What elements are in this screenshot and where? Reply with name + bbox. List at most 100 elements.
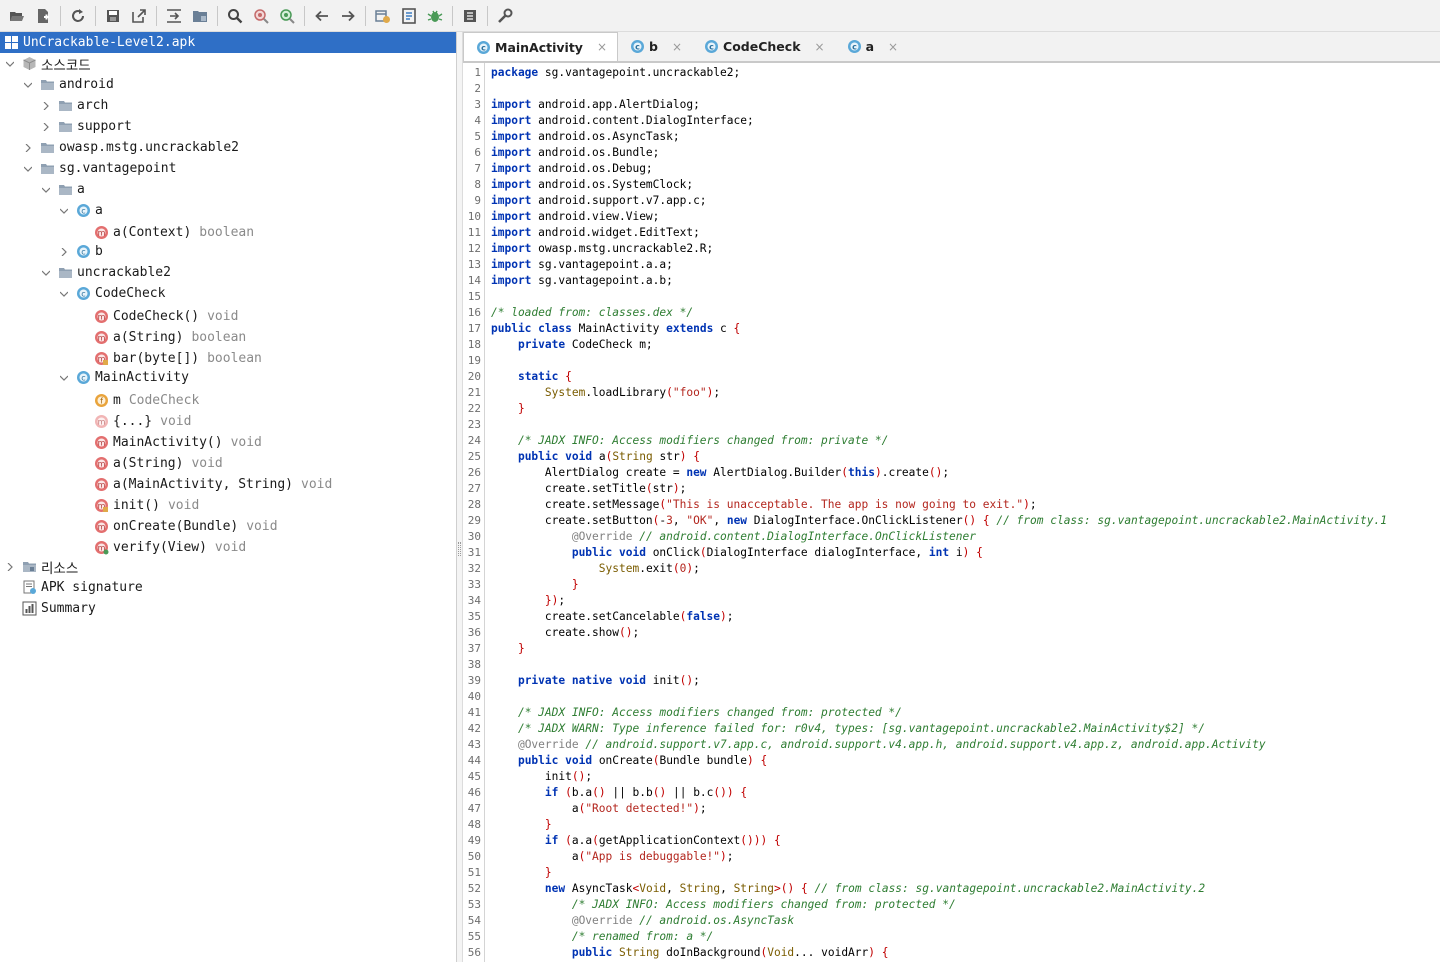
code-line[interactable]: /* JADX WARN: Type inference failed for:… [491,721,1205,737]
search-class-icon[interactable] [250,5,272,27]
tree-item-method-init[interactable]: m init() void [76,495,199,516]
code-line[interactable]: import android.widget.EditText; [491,225,700,241]
tree-item-package-arch[interactable]: arch [40,95,108,116]
chevron-right-icon[interactable] [40,121,52,133]
tree-item-method-verify[interactable]: m verify(View) void [76,537,246,558]
chevron-down-icon[interactable] [4,58,16,70]
export-icon[interactable] [128,5,150,27]
flatten-packages-icon[interactable] [189,5,211,27]
code-editor[interactable]: 1 2 3 4 5 6 7 8 9 10 11 12 13 14 15 16 17 18 19 20 21 22 23 24 2… [463,63,1440,962]
tab-a[interactable]: c a × [835,32,909,61]
code-line[interactable]: import sg.vantagepoint.a.a; [491,257,673,273]
tree-item-class-mainactivity[interactable]: c MainActivity [58,367,189,388]
code-line[interactable]: import android.view.View; [491,209,659,225]
close-icon[interactable]: × [672,40,682,54]
debug-icon[interactable] [424,5,446,27]
code-line[interactable]: public class MainActivity extends c { [491,321,740,337]
tree-item-package-owasp[interactable]: owasp.mstg.uncrackable2 [22,137,239,158]
code-line[interactable]: AlertDialog create = new AlertDialog.Bui… [491,465,949,481]
open-file-icon[interactable] [6,5,28,27]
splitter-grip[interactable] [458,542,461,556]
tree-item-class-codecheck[interactable]: c CodeCheck [58,283,165,304]
code-line[interactable]: import android.os.AsyncTask; [491,129,680,145]
tree-item-method-oncreate[interactable]: m onCreate(Bundle) void [76,516,278,537]
tree-item-class-b[interactable]: c b [58,241,103,262]
chevron-down-icon[interactable] [58,288,70,300]
chevron-down-icon[interactable] [40,267,52,279]
code-line[interactable]: init(); [491,769,592,785]
code-line[interactable]: import owasp.mstg.uncrackable2.R; [491,241,713,257]
code-line[interactable]: } [491,817,552,833]
close-icon[interactable]: × [888,40,898,54]
code-line[interactable]: a("Root detected!"); [491,801,707,817]
project-tree[interactable]: UnCrackable-Level2.apk 소스코드 android arch… [0,32,457,962]
code-line[interactable]: @Override // android.os.AsyncTask [491,913,794,929]
tree-item-package-android[interactable]: android [22,74,114,95]
chevron-down-icon[interactable] [22,79,34,91]
preferences-icon[interactable] [494,5,516,27]
deobfuscation-icon[interactable] [372,5,394,27]
refresh-icon[interactable] [67,5,89,27]
code-line[interactable]: /* JADX INFO: Access modifiers changed f… [491,433,888,449]
search-usage-icon[interactable] [276,5,298,27]
code-line[interactable]: new AsyncTask<Void, String, String>() { … [491,881,1205,897]
code-line[interactable]: System.loadLibrary("foo"); [491,385,720,401]
code-line[interactable]: import android.os.SystemClock; [491,177,693,193]
sync-tree-icon[interactable] [163,5,185,27]
code-line[interactable]: public void onCreate(Bundle bundle) { [491,753,767,769]
code-line[interactable]: import sg.vantagepoint.a.b; [491,273,673,289]
code-line[interactable]: private CodeCheck m; [491,337,653,353]
tree-item-resources[interactable]: 리소스 [4,556,78,577]
chevron-down-icon[interactable] [40,184,52,196]
tab-b[interactable]: c b × [618,32,692,61]
code-line[interactable]: System.exit(0); [491,561,700,577]
code-line[interactable]: public void a(String str) { [491,449,700,465]
code-line[interactable]: /* renamed from: a */ [491,929,713,945]
code-line[interactable]: package sg.vantagepoint.uncrackable2; [491,65,740,81]
chevron-right-icon[interactable] [4,561,16,573]
tree-item-method-a-string[interactable]: m a(String) boolean [76,327,246,348]
code-line[interactable]: } [491,865,552,881]
code-line[interactable]: private native void init(); [491,673,700,689]
code-line[interactable]: @Override // android.content.DialogInter… [491,529,976,545]
back-icon[interactable] [311,5,333,27]
code-line[interactable]: static { [491,369,572,385]
chevron-right-icon[interactable] [40,100,52,112]
code-line[interactable]: }); [491,593,565,609]
log-viewer-icon[interactable] [398,5,420,27]
code-line[interactable]: import android.content.DialogInterface; [491,113,754,129]
code-line[interactable]: @Override // android.support.v7.app.c, a… [491,737,1266,753]
code-line[interactable]: create.setMessage("This is unacceptable.… [491,497,1037,513]
tree-item-static-init[interactable]: m {...} void [76,411,191,432]
chevron-down-icon[interactable] [22,163,34,175]
tree-item-sources[interactable]: 소스코드 [4,53,91,74]
code-line[interactable]: import android.os.Bundle; [491,145,659,161]
tree-item-apk-root[interactable]: UnCrackable-Level2.apk [0,32,456,53]
close-icon[interactable]: × [815,40,825,54]
tree-item-method-main-a-two[interactable]: m a(MainActivity, String) void [76,474,332,495]
tree-item-field-m[interactable]: f m CodeCheck [76,390,199,411]
code-line[interactable]: } [491,401,525,417]
code-line[interactable]: import android.support.v7.app.c; [491,193,707,209]
tree-item-package-support[interactable]: support [40,116,132,137]
chevron-down-icon[interactable] [58,205,70,217]
search-icon[interactable] [224,5,246,27]
code-line[interactable]: public String doInBackground(Void... voi… [491,945,889,961]
code-line[interactable]: /* JADX INFO: Access modifiers changed f… [491,705,902,721]
tree-item-method-main-a-string[interactable]: m a(String) void [76,453,223,474]
code-line[interactable]: a("App is debuggable!"); [491,849,734,865]
code-line[interactable]: } [491,577,579,593]
tab-mainactivity[interactable]: c MainActivity × [463,32,619,61]
code-line[interactable]: create.setCancelable(false); [491,609,734,625]
tree-item-package-uncrackable2[interactable]: uncrackable2 [40,262,171,283]
text-icon[interactable] [459,5,481,27]
tree-item-method-mainactivity-ctor[interactable]: m MainActivity() void [76,432,262,453]
tree-item-method-bar[interactable]: m bar(byte[]) boolean [76,348,262,369]
chevron-right-icon[interactable] [58,246,70,258]
code-line[interactable]: import android.os.Debug; [491,161,653,177]
code-line[interactable]: create.setButton(-3, "OK", new DialogInt… [491,513,1387,529]
code-line[interactable]: if (a.a(getApplicationContext())) { [491,833,781,849]
code-line[interactable]: /* JADX INFO: Access modifiers changed f… [491,897,956,913]
code-line[interactable]: if (b.a() || b.b() || b.c()) { [491,785,747,801]
code-line[interactable]: import android.app.AlertDialog; [491,97,700,113]
